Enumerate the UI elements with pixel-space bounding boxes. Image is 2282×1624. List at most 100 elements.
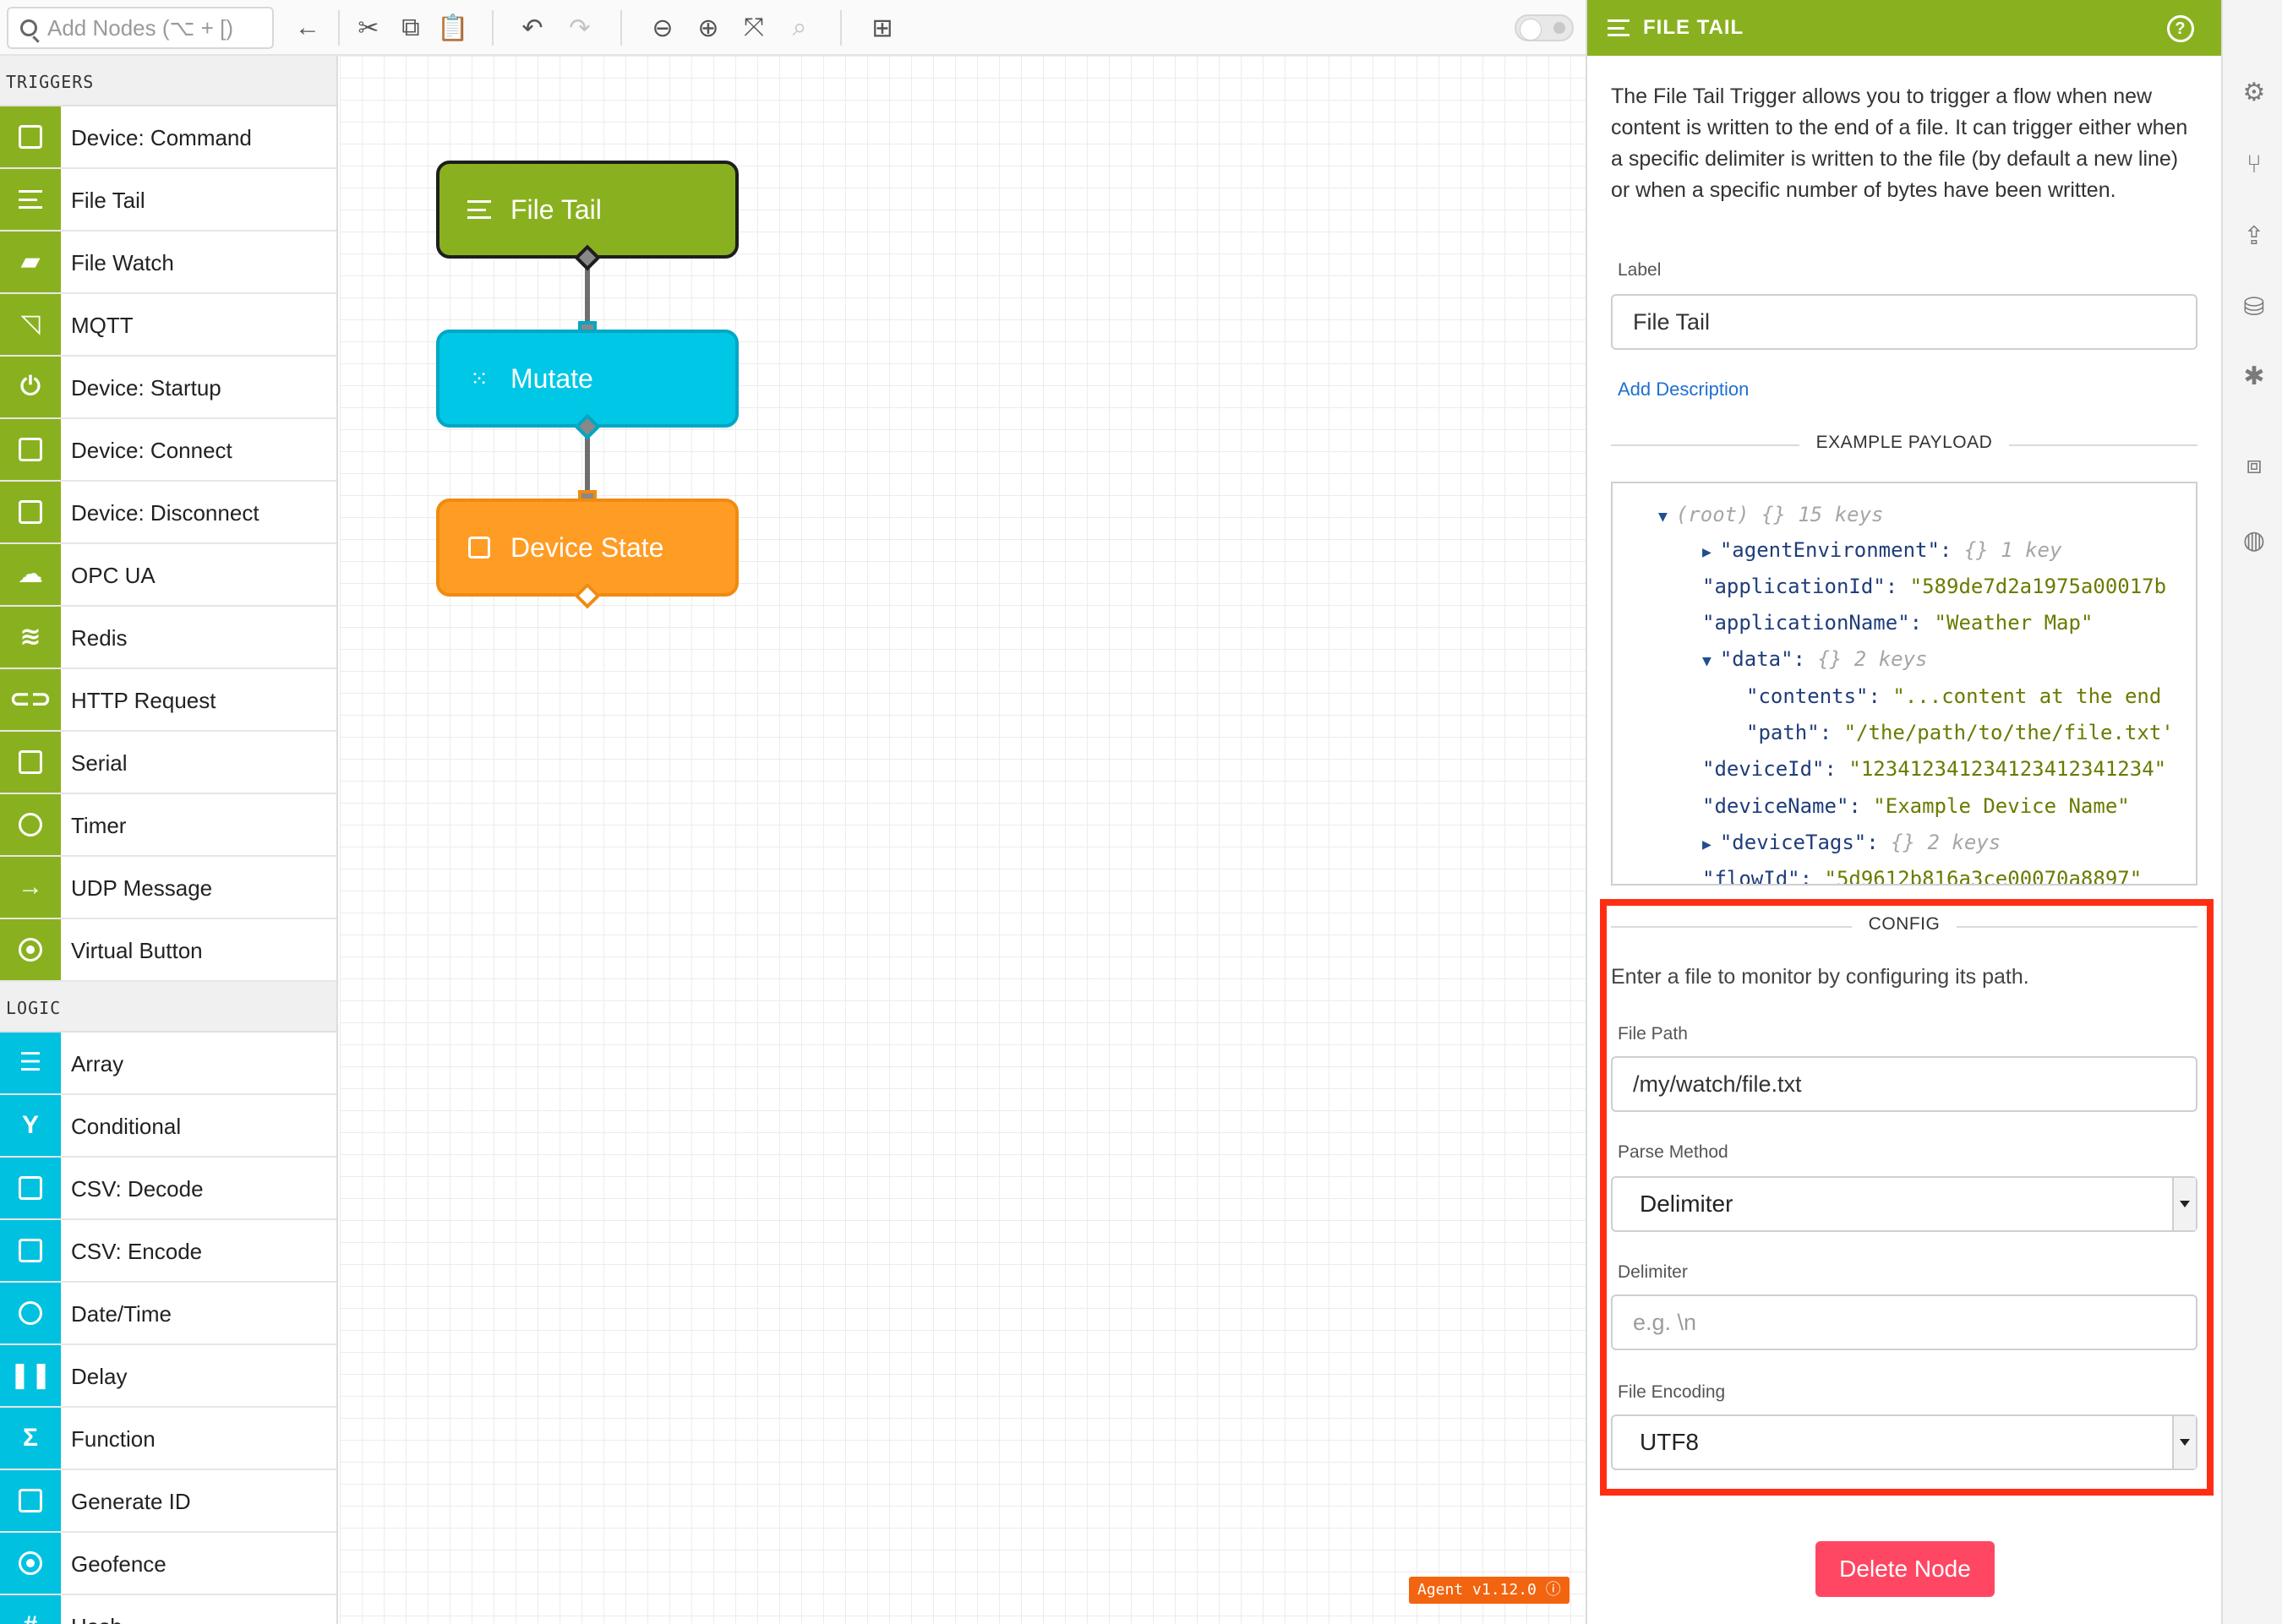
palette-item-label: Device: Disconnect	[71, 500, 259, 526]
paste-icon[interactable]: 📋	[436, 11, 470, 45]
panel-title: FILE TAIL	[1643, 16, 1744, 39]
palette-item-label: Function	[71, 1426, 156, 1452]
json-key: "agentEnvironment":	[1719, 538, 1952, 562]
fit-icon[interactable]: ⤧	[737, 11, 771, 45]
chip-icon	[465, 537, 494, 559]
zoom-in-icon[interactable]: ⊕	[691, 11, 725, 45]
json-row-agent-environment[interactable]: ▶ "agentEnvironment": {} 1 key	[1702, 537, 2061, 565]
palette-item-file-tail[interactable]: File Tail	[0, 169, 336, 232]
json-row-root[interactable]: ▼ (root) {} 15 keys	[1658, 502, 1884, 530]
palette-item-http-request[interactable]: ⊂⊃ HTTP Request	[0, 669, 336, 732]
cloud-upload-icon: ☁	[0, 544, 61, 605]
palette-item-csv-decode[interactable]: CSV: Decode	[0, 1158, 336, 1220]
label-field-label: Label	[1618, 260, 1662, 280]
toolbar-separator	[492, 10, 494, 46]
palette-item-timer[interactable]: Timer	[0, 794, 336, 857]
gear-icon[interactable]: ⚙	[2240, 78, 2268, 106]
palette-item-file-watch[interactable]: ▰ File Watch	[0, 232, 336, 294]
palette-item-hash[interactable]: #Hash	[0, 1595, 336, 1624]
palette-item-virtual-button[interactable]: Virtual Button	[0, 919, 336, 982]
caret-down-icon: ▼	[1702, 652, 1712, 670]
palette-item-csv-encode[interactable]: CSV: Encode	[0, 1220, 336, 1283]
folder-plus-icon: ▰	[0, 232, 61, 292]
cut-icon[interactable]: ✂	[352, 11, 385, 45]
json-key: "flowId":	[1702, 867, 1813, 886]
delete-node-button[interactable]: Delete Node	[1815, 1541, 1995, 1597]
debug-toggle[interactable]	[1515, 14, 1574, 41]
palette-item-label: Delay	[71, 1364, 128, 1389]
panel-header: FILE TAIL ?	[1587, 0, 2221, 56]
flow-node-label: File Tail	[510, 193, 602, 225]
palette-item-device-command[interactable]: Device: Command	[0, 106, 336, 169]
crosshair-icon	[0, 1533, 61, 1594]
add-nodes-search[interactable]	[7, 7, 274, 49]
palette-item-opc-ua[interactable]: ☁ OPC UA	[0, 544, 336, 607]
palette-item-redis[interactable]: ≋ Redis	[0, 607, 336, 669]
json-row-data[interactable]: ▼ "data": {} 2 keys	[1702, 646, 1928, 674]
palette-item-label: Date/Time	[71, 1301, 172, 1327]
node-description: The File Tail Trigger allows you to trig…	[1611, 84, 2188, 202]
bug-icon	[1553, 22, 1565, 34]
json-meta: {} 2 keys	[1891, 831, 2001, 854]
zoom-search-icon[interactable]: ⌕	[783, 11, 816, 45]
palette-item-label: OPC UA	[71, 563, 156, 588]
palette-item-device-disconnect[interactable]: Device: Disconnect	[0, 482, 336, 544]
palette-item-conditional[interactable]: Y Conditional	[0, 1095, 336, 1158]
label-input[interactable]	[1611, 294, 2197, 350]
zoom-out-icon[interactable]: ⊖	[646, 11, 680, 45]
json-value: "Example Device Name"	[1873, 794, 2130, 818]
search-icon	[20, 19, 37, 36]
layers-icon: ≋	[0, 607, 61, 668]
lines-icon	[465, 200, 494, 219]
palette-item-array[interactable]: ☰ Array	[0, 1033, 336, 1095]
database-icon[interactable]: ⛁	[2240, 292, 2268, 321]
palette-item-function[interactable]: Σ Function	[0, 1408, 336, 1470]
palette-item-label: Redis	[71, 625, 128, 651]
palette-item-date-time[interactable]: Date/Time	[0, 1283, 336, 1345]
logic-list: ☰ Array Y Conditional CSV: Decode CSV: Enc…	[0, 1033, 336, 1624]
node-palette: TRIGGERS Device: Command File Tail ▰ File…	[0, 56, 338, 1624]
stopwatch-icon	[0, 794, 61, 855]
workflow-canvas[interactable]: File Tail ⁙ Mutate Device State Agent v1…	[340, 56, 1586, 1624]
palette-item-udp-message[interactable]: → UDP Message	[0, 857, 336, 919]
chip-icon	[0, 106, 61, 167]
redo-icon[interactable]: ↷	[563, 11, 597, 45]
palette-item-label: File Tail	[71, 188, 145, 213]
undo-icon[interactable]: ↶	[516, 11, 549, 45]
palette-item-label: File Watch	[71, 250, 174, 275]
upload-icon[interactable]: ⇪	[2240, 221, 2268, 250]
json-meta: (root)	[1675, 503, 1750, 526]
json-row-device-tags[interactable]: ▶ "deviceTags": {} 2 keys	[1702, 830, 2001, 858]
json-row-application-id: "applicationId": "589de7d2a1975a00017b	[1702, 574, 2166, 599]
example-payload-divider: EXAMPLE PAYLOAD	[1611, 433, 2197, 458]
radio-icon	[0, 919, 61, 980]
palette-item-device-startup[interactable]: ⏻ Device: Startup	[0, 357, 336, 419]
branch-icon[interactable]: ⑂	[2240, 150, 2268, 179]
help-icon[interactable]: ?	[2167, 15, 2194, 42]
palette-item-label: UDP Message	[71, 875, 213, 901]
palette-item-mqtt[interactable]: ◹ MQTT	[0, 294, 336, 357]
json-meta: {} 1 key	[1963, 538, 2062, 562]
terminal-icon[interactable]: ⧈	[2240, 451, 2268, 480]
arrow-left-icon[interactable]: ←	[291, 11, 325, 45]
flow-node-label: Device State	[510, 531, 664, 563]
csv-icon	[0, 1220, 61, 1281]
palette-item-label: Array	[71, 1051, 124, 1076]
add-nodes-input[interactable]	[47, 14, 267, 42]
globe-icon[interactable]: ◍	[2240, 526, 2268, 554]
palette-item-serial[interactable]: Serial	[0, 732, 336, 794]
palette-item-geofence[interactable]: Geofence	[0, 1533, 336, 1595]
json-meta: {} 2 keys	[1817, 647, 1928, 671]
palette-item-label: Device: Connect	[71, 438, 232, 463]
version-badge[interactable]: Agent v1.12.0 ⓘ	[1409, 1577, 1570, 1604]
palette-item-generate-id[interactable]: Generate ID	[0, 1470, 336, 1533]
example-payload-viewer[interactable]: ▼ (root) {} 15 keys ▶ "agentEnvironment": …	[1611, 482, 2197, 886]
palette-item-device-connect[interactable]: Device: Connect	[0, 419, 336, 482]
add-description-link[interactable]: Add Description	[1618, 379, 1749, 401]
toolbar: ← ✂ ⧉ 📋 ↶ ↷ ⊖ ⊕ ⤧ ⌕ ⊞	[0, 0, 1586, 56]
json-key: "deviceName":	[1702, 794, 1861, 818]
add-comment-icon[interactable]: ⊞	[865, 11, 899, 45]
copy-icon[interactable]: ⧉	[394, 11, 428, 45]
bug-icon[interactable]: ✱	[2240, 362, 2268, 390]
palette-item-delay[interactable]: ❚❚ Delay	[0, 1345, 336, 1408]
